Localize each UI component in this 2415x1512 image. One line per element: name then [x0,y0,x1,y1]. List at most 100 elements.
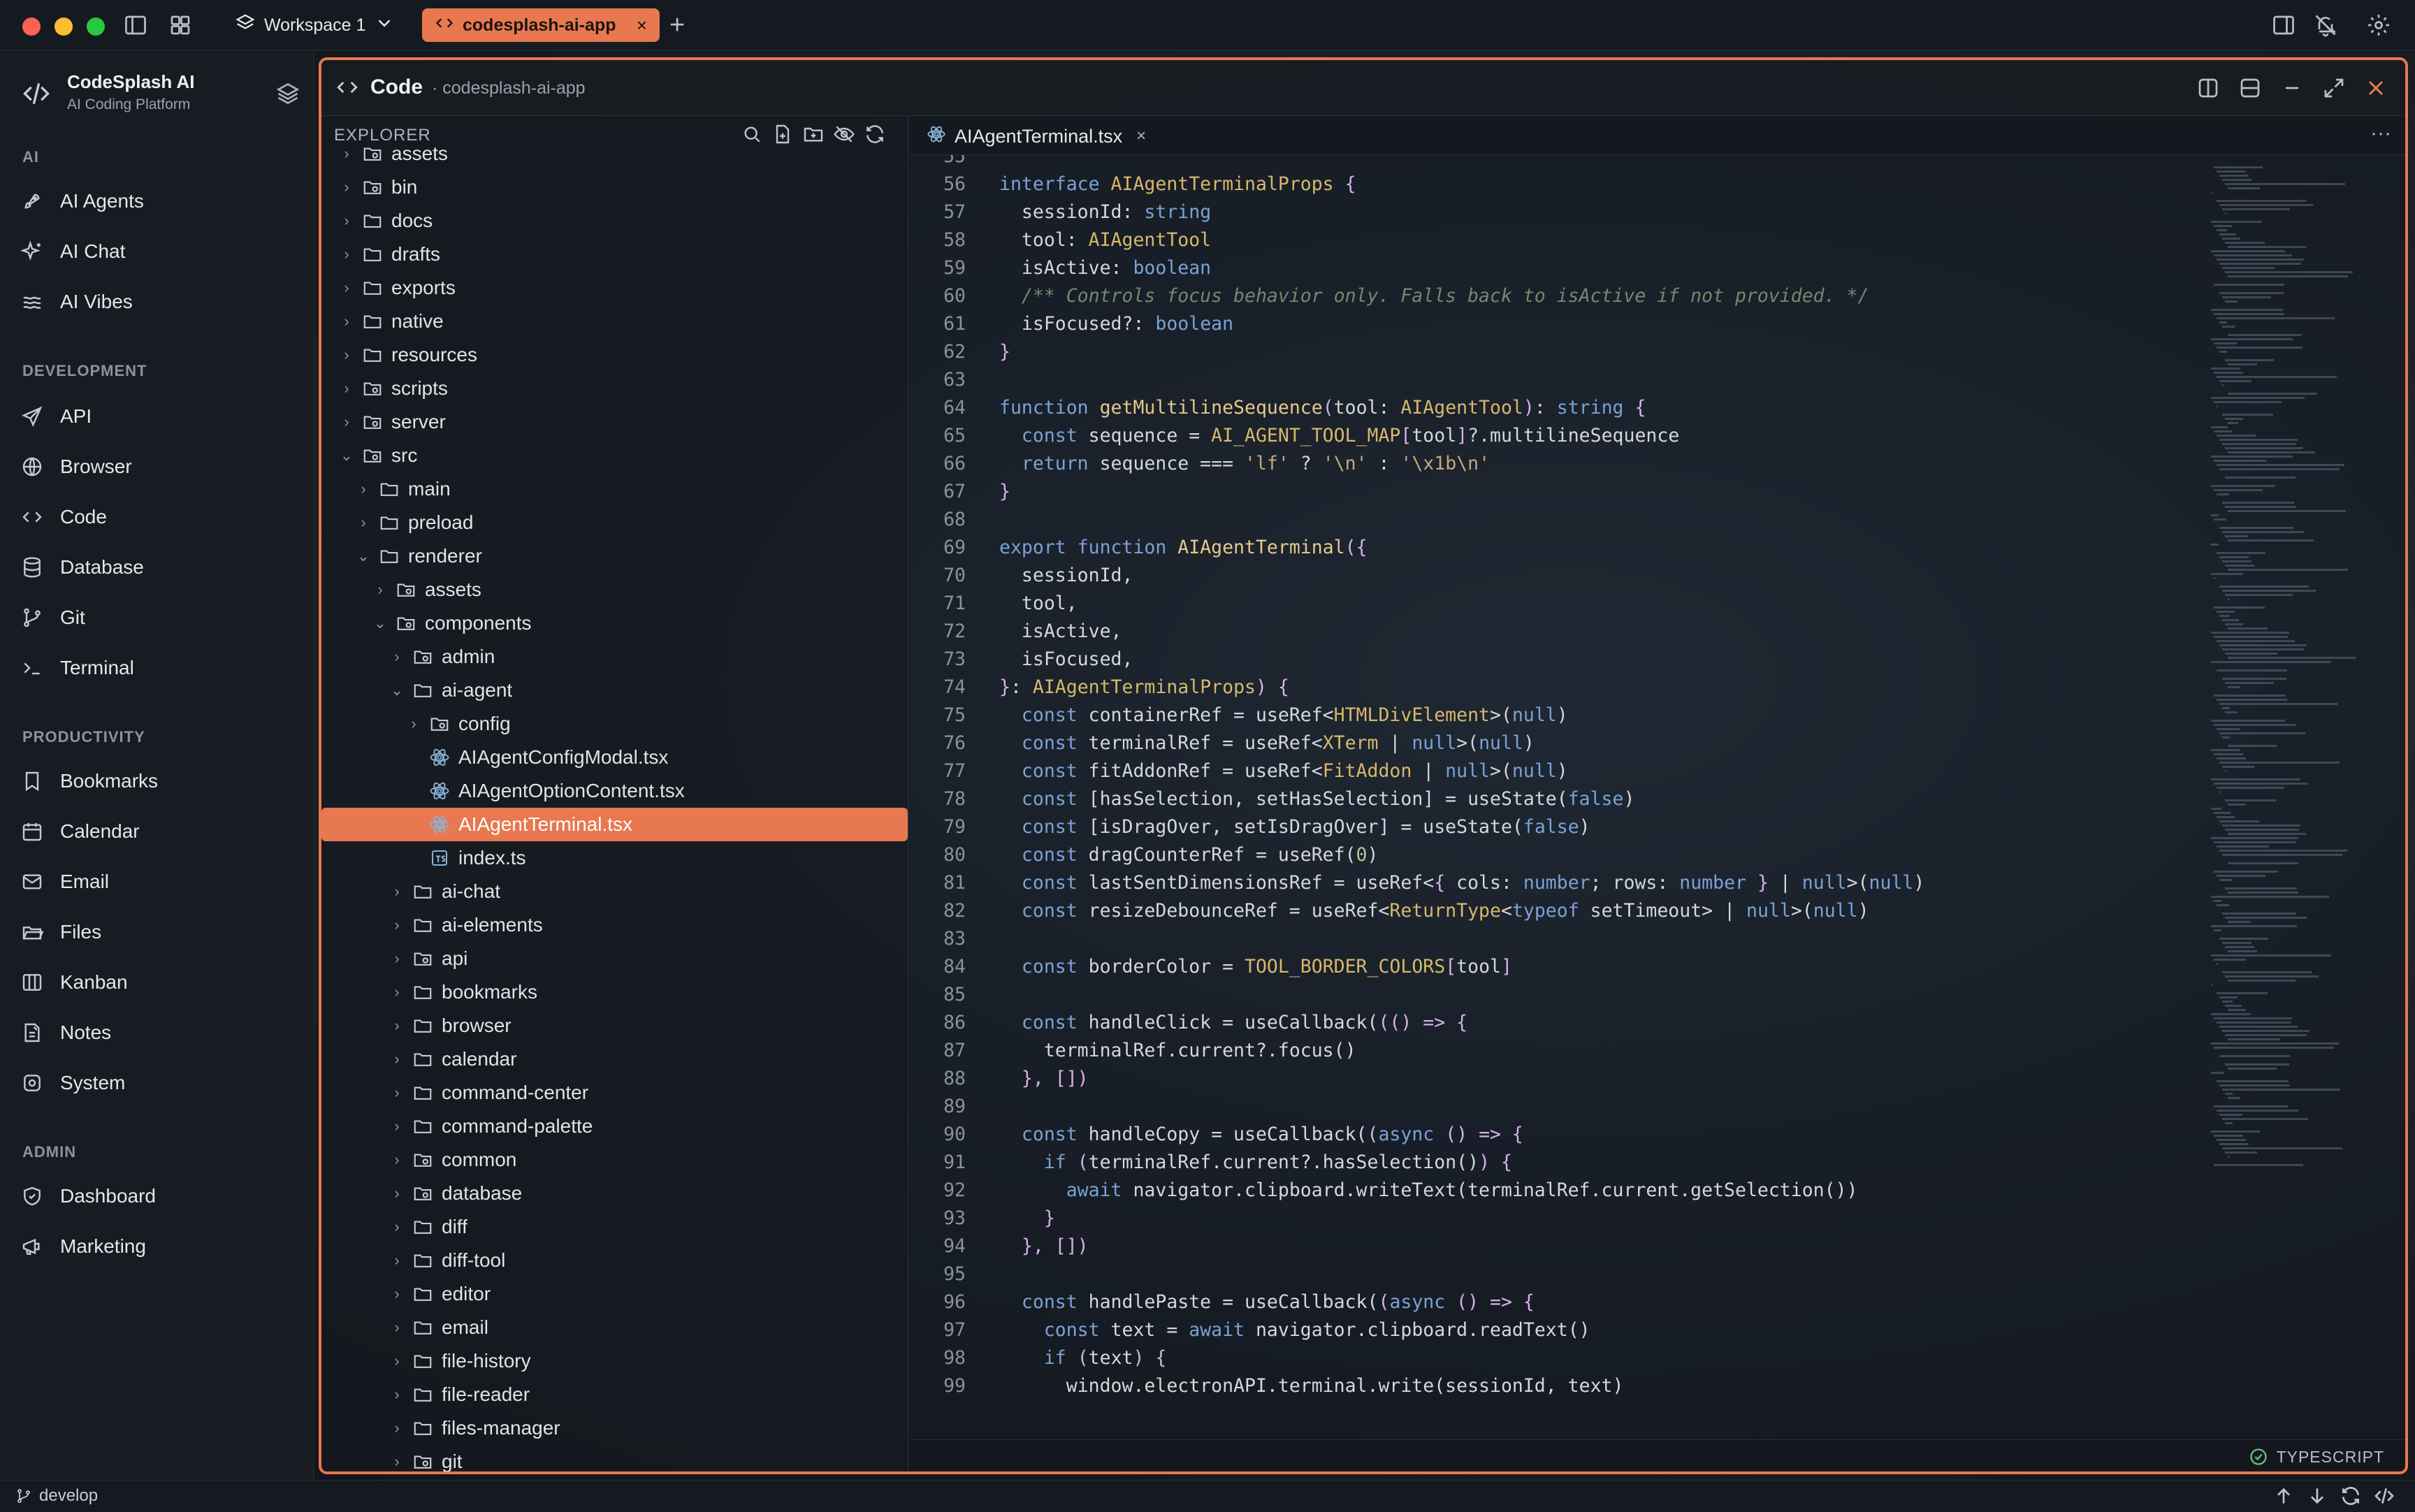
git-branch-indicator[interactable]: develop [15,1486,98,1506]
tree-item[interactable]: › email [321,1311,908,1344]
tree-item[interactable]: › api [321,942,908,975]
minimize-icon[interactable] [2279,75,2305,101]
arrow-up-icon[interactable] [2272,1485,2295,1507]
maximize-window-button[interactable] [87,17,105,36]
tree-item[interactable]: ⌄ ai-agent [321,674,908,707]
close-icon[interactable] [2363,75,2388,101]
grid-icon[interactable] [168,13,193,38]
sync-icon[interactable] [2340,1485,2362,1507]
chevron-right-icon[interactable]: › [389,1251,405,1270]
nav-email[interactable]: Email [21,861,300,903]
chevron-right-icon[interactable]: › [355,480,372,498]
chevron-right-icon[interactable]: › [389,1419,405,1437]
nav-browser[interactable]: Browser [21,446,300,488]
tree-item[interactable]: › files-manager [321,1411,908,1445]
chevron-down-icon[interactable]: ⌄ [372,614,389,632]
nav-dashboard[interactable]: Dashboard [21,1175,300,1217]
split-vertical-icon[interactable] [2196,75,2221,101]
tree-item[interactable]: › server [321,405,908,439]
tree-item[interactable]: › command-center [321,1076,908,1110]
tree-item[interactable]: › common [321,1143,908,1177]
nav-ai-chat[interactable]: AI Chat [21,231,300,272]
chevron-right-icon[interactable]: › [338,178,355,196]
chevron-right-icon[interactable]: › [389,1184,405,1202]
chevron-right-icon[interactable]: › [338,312,355,330]
nav-files[interactable]: Files [21,911,300,953]
chevron-right-icon[interactable]: › [389,950,405,968]
tree-item[interactable]: › diff-tool [321,1244,908,1277]
nav-git[interactable]: Git [21,597,300,639]
chevron-right-icon[interactable]: › [338,346,355,364]
tree-item[interactable]: › assets [321,137,908,170]
tree-item[interactable]: › database [321,1177,908,1210]
nav-terminal[interactable]: Terminal [21,647,300,689]
tree-item[interactable]: index.ts [321,841,908,875]
chevron-right-icon[interactable]: › [389,648,405,666]
tree-item[interactable]: › diff [321,1210,908,1244]
tree-item[interactable]: › preload [321,506,908,539]
chevron-right-icon[interactable]: › [338,413,355,431]
tree-item[interactable]: › drafts [321,238,908,271]
tree-item[interactable]: › docs [321,204,908,238]
chevron-right-icon[interactable]: › [338,279,355,297]
nav-ai-agents[interactable]: AI Agents [21,180,300,222]
minimap[interactable] [2196,155,2405,1399]
tree-item[interactable]: › editor [321,1277,908,1311]
chevron-right-icon[interactable]: › [389,916,405,934]
more-options-button[interactable]: ··· [2370,122,2391,145]
close-window-button[interactable] [22,17,41,36]
editor-tab-active[interactable]: AIAgentTerminal.tsx × [920,120,1153,152]
tree-item[interactable]: ⌄ src [321,439,908,472]
notifications-off-icon[interactable] [2313,13,2338,38]
chevron-right-icon[interactable]: › [405,715,422,733]
tree-item[interactable]: › command-palette [321,1110,908,1143]
tree-item[interactable]: › calendar [321,1042,908,1076]
gear-icon[interactable] [2366,13,2391,38]
code-icon[interactable] [2373,1485,2395,1507]
tree-item[interactable]: › file-history [321,1344,908,1378]
tree-item[interactable]: › native [321,305,908,338]
tree-item[interactable]: › exports [321,271,908,305]
nav-kanban[interactable]: Kanban [21,961,300,1003]
chevron-down-icon[interactable]: ⌄ [389,681,405,699]
tree-item[interactable]: › admin [321,640,908,674]
tree-item[interactable]: › main [321,472,908,506]
language-badge[interactable]: TYPESCRIPT [2249,1447,2384,1467]
nav-calendar[interactable]: Calendar [21,810,300,852]
tree-item[interactable]: ⌄ renderer [321,539,908,573]
chevron-right-icon[interactable]: › [338,212,355,230]
nav-database[interactable]: Database [21,546,300,588]
chevron-down-icon[interactable]: ⌄ [338,446,355,465]
tree-item[interactable]: › bookmarks [321,975,908,1009]
nav-marketing[interactable]: Marketing [21,1226,300,1267]
tree-item[interactable]: › config [321,707,908,741]
chevron-right-icon[interactable]: › [389,1386,405,1404]
chevron-right-icon[interactable]: › [389,1050,405,1068]
chevron-right-icon[interactable]: › [338,379,355,398]
tree-item[interactable]: › ai-chat [321,875,908,908]
chevron-right-icon[interactable]: › [355,514,372,532]
nav-system[interactable]: System [21,1062,300,1104]
chevron-right-icon[interactable]: › [338,245,355,263]
nav-ai-vibes[interactable]: AI Vibes [21,281,300,323]
tree-item[interactable]: › bin [321,170,908,204]
tree-item[interactable]: › git [321,1445,908,1471]
chevron-right-icon[interactable]: › [389,1117,405,1135]
chevron-right-icon[interactable]: › [389,983,405,1001]
layers-icon[interactable] [275,81,300,106]
nav-bookmarks[interactable]: Bookmarks [21,760,300,802]
minimize-window-button[interactable] [55,17,73,36]
tree-item[interactable]: AIAgentOptionContent.tsx [321,774,908,808]
tree-item[interactable]: › resources [321,338,908,372]
tree-item[interactable]: › scripts [321,372,908,405]
chevron-right-icon[interactable]: › [389,1084,405,1102]
chevron-right-icon[interactable]: › [389,1285,405,1303]
chevron-down-icon[interactable]: ⌄ [355,547,372,565]
chevron-right-icon[interactable]: › [389,1352,405,1370]
chevron-right-icon[interactable]: › [389,1218,405,1236]
app-tab-active[interactable]: codesplash-ai-app × [422,8,660,42]
chevron-right-icon[interactable]: › [389,1151,405,1169]
tree-item[interactable]: › assets [321,573,908,606]
nav-notes[interactable]: Notes [21,1012,300,1054]
split-horizontal-icon[interactable] [2238,75,2263,101]
